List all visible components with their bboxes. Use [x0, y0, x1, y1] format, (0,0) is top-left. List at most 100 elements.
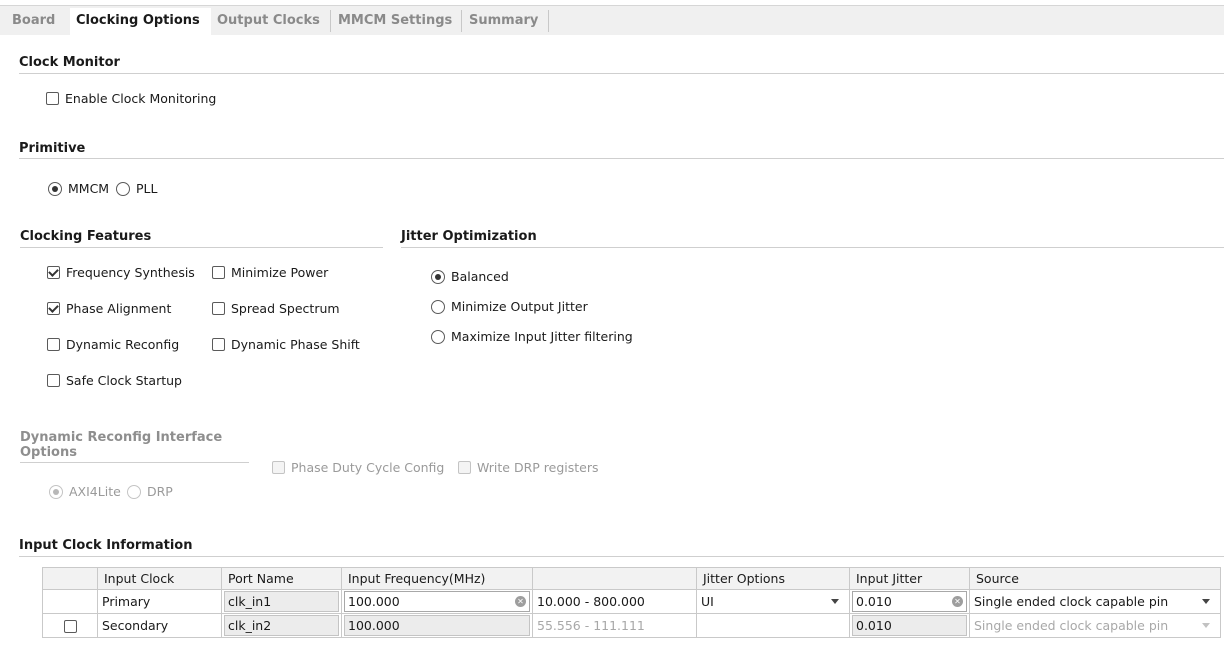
primitive-pll-radio[interactable] [116, 181, 130, 196]
enable-clock-monitoring-option[interactable]: Enable Clock Monitoring [46, 91, 216, 106]
clear-icon[interactable]: ✕ [515, 596, 526, 607]
source-value: Single ended clock capable pin [974, 618, 1169, 633]
jitter-options-cell[interactable]: UI [696, 589, 850, 614]
jitter-balanced-radio[interactable] [431, 269, 445, 284]
minimize-power-option[interactable]: Minimize Power [212, 265, 328, 280]
frequency-cell: 100.000 ✕ [341, 589, 533, 614]
axi4lite-option: AXI4Lite [49, 484, 121, 499]
clock-monitor-title: Clock Monitor [19, 55, 120, 70]
phase-alignment-checkbox[interactable] [47, 302, 60, 315]
dynamic-reconfig-title-line1: Dynamic Reconfig Interface [20, 430, 223, 445]
header-select [42, 567, 98, 590]
jitter-maximize-input-radio[interactable] [431, 329, 445, 344]
chevron-down-icon [1202, 623, 1210, 628]
jitter-minimize-output-label: Minimize Output Jitter [451, 299, 588, 314]
frequency-synthesis-option[interactable]: Frequency Synthesis [47, 265, 195, 280]
tab-clocking-options[interactable]: Clocking Options [70, 8, 211, 36]
tab-output-clocks[interactable]: Output Clocks [211, 8, 326, 36]
axi4lite-label: AXI4Lite [69, 484, 121, 499]
tab-summary[interactable]: Summary [463, 8, 544, 36]
frequency-synthesis-checkbox[interactable] [47, 266, 60, 279]
header-jitter-options: Jitter Options [696, 567, 850, 590]
write-drp-registers-checkbox [458, 461, 471, 474]
input-jitter-cell: 0.010 ✕ [849, 589, 970, 614]
jitter-balanced-option[interactable]: Balanced [431, 269, 509, 284]
spread-spectrum-checkbox[interactable] [212, 302, 225, 315]
spread-spectrum-option[interactable]: Spread Spectrum [212, 301, 340, 316]
clear-icon[interactable]: ✕ [952, 596, 963, 607]
jitter-maximize-input-label: Maximize Input Jitter filtering [451, 329, 633, 344]
input-jitter-input[interactable]: 0.010 ✕ [852, 591, 967, 612]
port-name-cell: clk_in1 [221, 589, 342, 614]
enable-clock-monitoring-label: Enable Clock Monitoring [65, 91, 217, 106]
primitive-title: Primitive [19, 141, 86, 156]
input-jitter-input: 0.010 [852, 615, 967, 636]
tab-board[interactable]: Board [6, 8, 61, 36]
header-port-name: Port Name [221, 567, 342, 590]
section-divider [20, 462, 249, 463]
frequency-value: 100.000 [348, 594, 400, 609]
spread-spectrum-label: Spread Spectrum [231, 301, 340, 316]
dynamic-reconfig-checkbox[interactable] [47, 338, 60, 351]
port-name-field: clk_in2 [224, 615, 339, 636]
dynamic-reconfig-title-line2: Options [20, 445, 77, 460]
dynamic-reconfig-label: Dynamic Reconfig [66, 337, 180, 352]
table-row: Secondary clk_in2 100.000 55.556 - 111.1… [42, 613, 1221, 638]
phase-alignment-option[interactable]: Phase Alignment [47, 301, 171, 316]
source-dropdown: Single ended clock capable pin [974, 618, 1216, 633]
minimize-power-checkbox[interactable] [212, 266, 225, 279]
clocking-features-title: Clocking Features [20, 229, 152, 244]
frequency-cell: 100.000 [341, 613, 533, 638]
tab-mmcm-settings[interactable]: MMCM Settings [332, 8, 458, 36]
axi4lite-radio [49, 484, 63, 499]
section-divider [19, 158, 1224, 159]
minimize-power-label: Minimize Power [231, 265, 329, 280]
source-value: Single ended clock capable pin [974, 594, 1169, 609]
dynamic-phase-shift-checkbox[interactable] [212, 338, 225, 351]
write-drp-registers-label: Write DRP registers [477, 460, 599, 475]
safe-clock-startup-option[interactable]: Safe Clock Startup [47, 373, 182, 388]
source-cell[interactable]: Single ended clock capable pin [969, 589, 1221, 614]
jitter-options-value: UI [701, 594, 714, 609]
section-divider [20, 247, 383, 248]
dynamic-reconfig-interface-title: Dynamic Reconfig Interface Options [20, 430, 222, 460]
primitive-pll-label: PLL [136, 181, 158, 196]
drp-option: DRP [127, 484, 173, 499]
tab-bar: Board Clocking Options Output Clocks MMC… [0, 5, 1224, 36]
row-select-cell [42, 613, 98, 638]
jitter-optimization-title: Jitter Optimization [401, 229, 537, 244]
primitive-mmcm-radio[interactable] [48, 181, 62, 196]
range-cell: 10.000 - 800.000 [532, 589, 697, 614]
jitter-options-dropdown[interactable]: UI [701, 594, 845, 609]
tab-separator [330, 10, 331, 32]
table-row: Primary clk_in1 100.000 ✕ 10.000 - 800.0… [42, 589, 1221, 614]
safe-clock-startup-checkbox[interactable] [47, 374, 60, 387]
header-input-jitter: Input Jitter [849, 567, 970, 590]
frequency-input: 100.000 [344, 615, 530, 636]
dynamic-phase-shift-option[interactable]: Dynamic Phase Shift [212, 337, 360, 352]
row-select-empty [42, 589, 98, 614]
header-input-frequency: Input Frequency(MHz) [341, 567, 533, 590]
chevron-down-icon [1202, 599, 1210, 604]
drp-label: DRP [147, 484, 173, 499]
port-name-cell: clk_in2 [221, 613, 342, 638]
input-jitter-cell: 0.010 [849, 613, 970, 638]
primitive-mmcm-option[interactable]: MMCM [48, 181, 109, 196]
header-input-clock: Input Clock [97, 567, 222, 590]
source-cell: Single ended clock capable pin [969, 613, 1221, 638]
jitter-minimize-output-radio[interactable] [431, 299, 445, 314]
port-name-field: clk_in1 [224, 591, 339, 612]
safe-clock-startup-label: Safe Clock Startup [66, 373, 182, 388]
dynamic-reconfig-option[interactable]: Dynamic Reconfig [47, 337, 179, 352]
write-drp-registers-option: Write DRP registers [458, 460, 599, 475]
jitter-balanced-label: Balanced [451, 269, 509, 284]
enable-clock-monitoring-checkbox[interactable] [46, 92, 59, 105]
secondary-enable-checkbox[interactable] [63, 620, 77, 633]
frequency-input[interactable]: 100.000 ✕ [344, 591, 530, 612]
source-dropdown[interactable]: Single ended clock capable pin [974, 594, 1216, 609]
jitter-maximize-input-option[interactable]: Maximize Input Jitter filtering [431, 329, 633, 344]
primitive-pll-option[interactable]: PLL [116, 181, 157, 196]
primitive-mmcm-label: MMCM [68, 181, 110, 196]
jitter-minimize-output-option[interactable]: Minimize Output Jitter [431, 299, 588, 314]
tab-separator [461, 10, 462, 32]
